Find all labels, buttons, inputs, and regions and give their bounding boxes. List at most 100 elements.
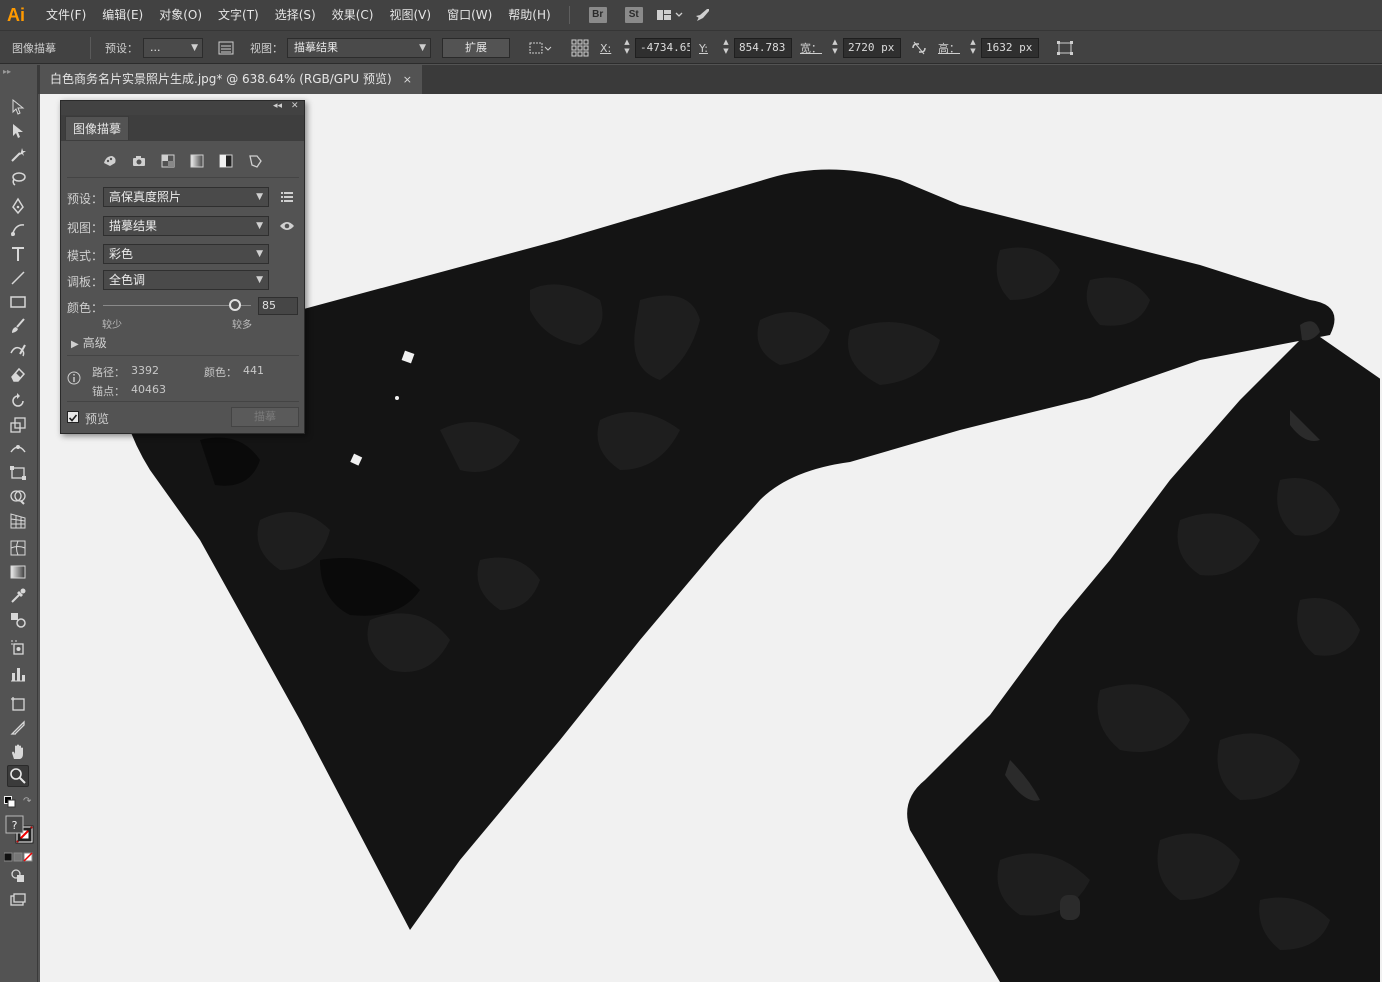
menu-view[interactable]: 视图(V) — [381, 0, 439, 30]
document-tab[interactable]: 白色商务名片实景照片生成.jpg* @ 638.64% (RGB/GPU 预览)… — [40, 65, 422, 94]
view-label: 视图： — [67, 221, 104, 235]
y-label: Y: — [699, 41, 708, 55]
bridge-button[interactable]: Br — [588, 7, 607, 23]
perspective-grid-tool-icon[interactable] — [7, 510, 29, 532]
palette-label: 调板： — [67, 275, 104, 289]
menu-file[interactable]: 文件(F) — [38, 0, 94, 30]
menu-object[interactable]: 对象(O) — [151, 0, 210, 30]
link-proportions-icon[interactable] — [910, 39, 928, 57]
menu-select[interactable]: 选择(S) — [267, 0, 324, 30]
screen-mode-icon[interactable] — [7, 889, 29, 911]
mesh-tool-icon[interactable] — [7, 537, 29, 559]
reference-point-icon[interactable] — [570, 38, 590, 58]
control-view-dropdown[interactable]: 描摹结果 ▼ — [287, 38, 431, 58]
draw-mode-icon[interactable] — [7, 865, 29, 887]
width-stepper-icon[interactable]: ▲ ▼ — [830, 38, 840, 58]
rectangle-tool-icon[interactable] — [7, 291, 29, 313]
preset-dropdown[interactable]: 高保真度照片 ▼ — [103, 187, 269, 207]
free-transform-tool-icon[interactable] — [7, 462, 29, 484]
menu-window[interactable]: 窗口(W) — [439, 0, 500, 30]
shape-builder-tool-icon[interactable] — [7, 486, 29, 508]
rocket-icon[interactable] — [688, 0, 718, 30]
panel-collapse-icon[interactable]: ▸▸ — [3, 67, 11, 76]
curvature-tool-icon[interactable] — [7, 219, 29, 241]
trace-panel-toggle-icon[interactable] — [217, 39, 235, 57]
x-stepper-icon[interactable]: ▲ ▼ — [622, 38, 632, 58]
tools-panel: ▸▸ ↷ ? — [0, 65, 38, 982]
rotate-tool-icon[interactable] — [7, 390, 29, 412]
view-dropdown[interactable]: 描摹结果 ▼ — [103, 216, 269, 236]
expand-button[interactable]: 扩展 — [442, 38, 510, 58]
palette-dropdown[interactable]: 全色调 ▼ — [103, 270, 269, 290]
colors-field[interactable]: 85 — [258, 297, 298, 315]
trace-button[interactable]: 描摹 — [231, 407, 299, 427]
slice-tool-icon[interactable] — [7, 717, 29, 739]
menu-help[interactable]: 帮助(H) — [500, 0, 558, 30]
height-label: 高： — [938, 42, 960, 55]
shaper-tool-icon[interactable] — [7, 339, 29, 361]
direct-selection-tool-icon[interactable] — [7, 120, 29, 142]
y-stepper-icon[interactable]: ▲ ▼ — [721, 38, 731, 58]
height-field[interactable]: 1632 px — [981, 38, 1039, 58]
transform-icon[interactable] — [1055, 39, 1075, 57]
line-segment-tool-icon[interactable] — [7, 267, 29, 289]
mode-dropdown[interactable]: 彩色 ▼ — [103, 244, 269, 264]
grayscale-icon[interactable] — [189, 153, 205, 169]
eraser-tool-icon[interactable] — [7, 363, 29, 385]
selection-tool-icon[interactable] — [7, 96, 29, 118]
column-graph-tool-icon[interactable] — [7, 663, 29, 685]
align-icon[interactable] — [528, 39, 554, 57]
slider-thumb[interactable] — [228, 299, 241, 311]
tab-image-trace[interactable]: 图像描摹 — [65, 116, 129, 140]
colors-slider[interactable] — [103, 298, 251, 312]
width-field[interactable]: 2720 px — [843, 38, 901, 58]
blend-tool-icon[interactable] — [7, 609, 29, 631]
advanced-toggle[interactable]: ▶ 高级 — [71, 334, 107, 350]
info-icon — [67, 371, 81, 385]
fill-stroke-swatch[interactable]: ? — [5, 815, 35, 845]
close-icon[interactable]: × — [403, 65, 412, 94]
default-colors-icon[interactable] — [4, 796, 16, 808]
scale-tool-icon[interactable] — [7, 414, 29, 436]
low-color-icon[interactable] — [160, 153, 176, 169]
eyedropper-tool-icon[interactable] — [7, 585, 29, 607]
black-and-white-icon[interactable] — [218, 153, 234, 169]
close-panel-icon[interactable]: ✕ — [291, 101, 299, 111]
outline-icon[interactable] — [247, 153, 263, 169]
lasso-tool-icon[interactable] — [7, 168, 29, 190]
stock-button[interactable]: St — [624, 7, 643, 23]
pen-tool-icon[interactable] — [7, 195, 29, 217]
hand-tool-icon[interactable] — [7, 741, 29, 763]
artboard-tool-icon[interactable] — [7, 693, 29, 715]
document-tab-bar: 白色商务名片实景照片生成.jpg* @ 638.64% (RGB/GPU 预览)… — [0, 65, 1382, 94]
color-count-value: 441 — [243, 364, 264, 377]
height-stepper-icon[interactable]: ▲ ▼ — [968, 38, 978, 58]
type-tool-icon[interactable] — [7, 243, 29, 265]
preset-menu-icon[interactable] — [280, 190, 294, 204]
mode-value: 彩色 — [109, 247, 134, 261]
menu-type[interactable]: 文字(T) — [210, 0, 267, 30]
high-color-icon[interactable] — [131, 153, 147, 169]
anchors-label: 锚点： — [92, 385, 125, 398]
swap-colors-icon[interactable]: ↷ — [23, 796, 35, 808]
control-preset-dropdown[interactable]: ... ▼ — [143, 38, 203, 58]
paintbrush-tool-icon[interactable] — [7, 315, 29, 337]
collapse-panel-icon[interactable]: ◂◂ — [273, 101, 282, 111]
panel-titlebar[interactable]: ◂◂ ✕ — [61, 101, 304, 115]
symbol-sprayer-tool-icon[interactable] — [7, 636, 29, 658]
view-value: 描摹结果 — [109, 219, 158, 233]
gradient-tool-icon[interactable] — [7, 561, 29, 583]
width-tool-icon[interactable] — [7, 438, 29, 460]
magic-wand-tool-icon[interactable] — [7, 144, 29, 166]
color-mode-buttons[interactable] — [3, 851, 34, 862]
preview-checkbox[interactable] — [67, 411, 79, 423]
x-field[interactable]: -4734.655 — [635, 38, 691, 58]
control-section-label: 图像描摹 — [12, 42, 56, 55]
menu-edit[interactable]: 编辑(E) — [94, 0, 151, 30]
auto-color-icon[interactable] — [102, 153, 118, 169]
menu-effect[interactable]: 效果(C) — [324, 0, 382, 30]
y-field[interactable]: 854.783 ı — [734, 38, 792, 58]
eye-icon[interactable] — [279, 220, 295, 232]
workspace-layout-icon[interactable] — [652, 0, 688, 30]
zoom-tool-icon[interactable] — [7, 765, 29, 787]
